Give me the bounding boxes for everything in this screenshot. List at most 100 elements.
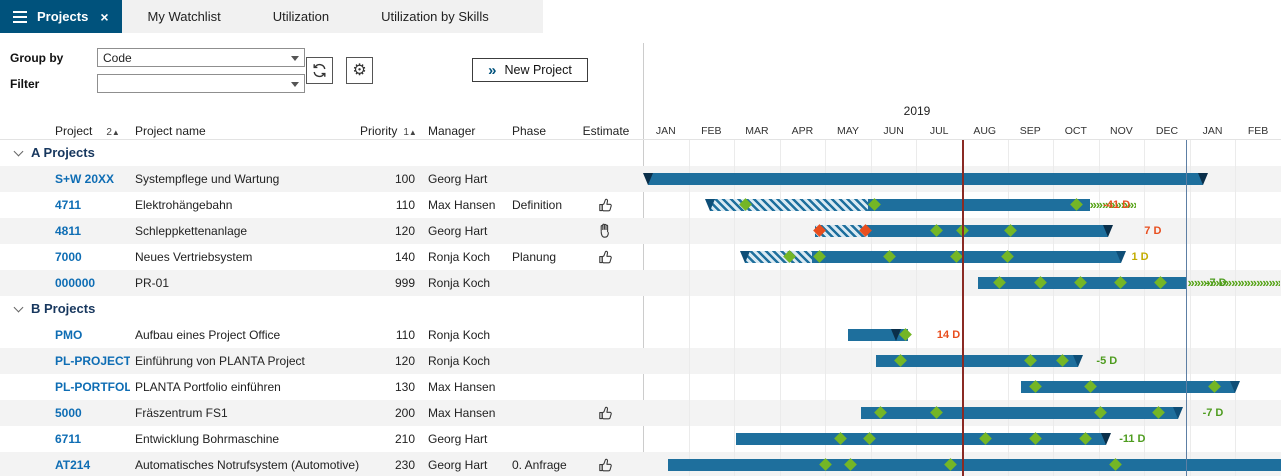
gantt-bar[interactable] xyxy=(736,433,1106,445)
col-header-project[interactable]: Project2▲ xyxy=(0,123,130,140)
month-gridline xyxy=(1235,140,1236,476)
gantt-bar[interactable] xyxy=(868,199,1090,211)
gantt-bar-planned[interactable] xyxy=(710,199,868,211)
bar-end-marker xyxy=(705,199,715,211)
project-id-link[interactable]: PL-PORTFOLIO xyxy=(0,374,130,400)
bar-end-marker xyxy=(643,173,653,185)
phase-value xyxy=(503,400,569,426)
month-label: JUN xyxy=(871,123,917,140)
settings-button[interactable]: ⚙ xyxy=(346,57,373,84)
gantt-bar[interactable] xyxy=(868,225,1108,237)
manager-value: Ronja Koch xyxy=(415,348,503,374)
estimate-cell[interactable] xyxy=(569,244,643,270)
month-label: NOV xyxy=(1099,123,1145,140)
col-header-priority[interactable]: Priority1▲ xyxy=(360,123,415,140)
filter-select[interactable] xyxy=(97,74,305,93)
project-name: Systempflege und Wartung xyxy=(130,166,360,192)
gantt-bar[interactable] xyxy=(1021,381,1236,393)
priority-value: 120 xyxy=(360,218,415,244)
project-id-link[interactable]: 6711 xyxy=(0,426,130,452)
table-row[interactable]: 7000Neues Vertriebsystem140Ronja KochPla… xyxy=(0,244,1281,270)
tab-utilization[interactable]: Utilization xyxy=(247,0,355,33)
refresh-button[interactable] xyxy=(306,57,333,84)
thumbs-up-icon[interactable] xyxy=(598,405,614,421)
project-id-link[interactable]: AT214 xyxy=(0,452,130,476)
col-header-estimate[interactable]: Estimate xyxy=(569,123,643,140)
project-id-link[interactable]: S+W 20XX xyxy=(0,166,130,192)
project-id-link[interactable]: 4811 xyxy=(0,218,130,244)
phase-value: Planung xyxy=(503,244,569,270)
bar-end-marker xyxy=(1116,251,1126,263)
group-by-select[interactable]: Code xyxy=(97,48,305,67)
month-label: SEP xyxy=(1008,123,1054,140)
col-header-label: Project name xyxy=(135,124,206,138)
hamburger-menu-icon[interactable] xyxy=(13,11,27,23)
chevron-down-icon[interactable] xyxy=(14,147,24,157)
project-name: PLANTA Portfolio einführen xyxy=(130,374,360,400)
table-row[interactable]: 4811Schleppkettenanlage120Georg Hart7 D xyxy=(0,218,1281,244)
col-header-name[interactable]: Project name xyxy=(130,123,360,140)
gantt-bar[interactable] xyxy=(812,251,1121,263)
gantt-bar[interactable] xyxy=(861,407,1178,419)
col-header-manager[interactable]: Manager xyxy=(415,123,503,140)
table-row[interactable]: 000000PR-01999Ronja Koch»»»»»»»»»»»»»»»»… xyxy=(0,270,1281,296)
tab-utilization-by-skills[interactable]: Utilization by Skills xyxy=(355,0,515,33)
new-project-button[interactable]: » New Project xyxy=(472,58,588,82)
delay-label: -41 D xyxy=(1103,192,1130,218)
month-label: FEB xyxy=(1235,123,1281,140)
close-icon[interactable]: × xyxy=(100,9,108,25)
project-id-link[interactable]: 5000 xyxy=(0,400,130,426)
tab-projects-active[interactable]: Projects × xyxy=(0,0,122,33)
thumbs-up-icon[interactable] xyxy=(598,197,614,213)
month-gridline xyxy=(1099,140,1100,476)
estimate-cell[interactable] xyxy=(569,452,643,476)
project-name: Aufbau eines Project Office xyxy=(130,322,360,348)
delay-label: -7 D xyxy=(1206,270,1227,296)
thumbs-up-icon[interactable] xyxy=(598,249,614,265)
project-id-link[interactable]: 7000 xyxy=(0,244,130,270)
group-row[interactable]: B Projects xyxy=(0,296,1281,322)
hand-icon[interactable] xyxy=(598,223,614,239)
table-row[interactable]: PL-PROJECTEinführung von PLANTA Project1… xyxy=(0,348,1281,374)
table-row[interactable]: 5000Fräszentrum FS1200Max Hansen-7 D xyxy=(0,400,1281,426)
phase-value: 0. Anfrage xyxy=(503,452,569,476)
delay-label: 7 D xyxy=(1144,218,1161,244)
table-row[interactable]: PL-PORTFOLIOPLANTA Portfolio einführen13… xyxy=(0,374,1281,400)
delay-chevrons: »»»»»»»»»»»»»»»» xyxy=(1188,270,1280,296)
project-name: Entwicklung Bohrmaschine xyxy=(130,426,360,452)
project-id-link[interactable]: 000000 xyxy=(0,270,130,296)
table-row[interactable]: PMOAufbau eines Project Office110Ronja K… xyxy=(0,322,1281,348)
bar-end-marker xyxy=(1073,355,1083,367)
month-gridline xyxy=(1008,140,1009,476)
table-row[interactable]: 4711Elektrohängebahn110Max HansenDefinit… xyxy=(0,192,1281,218)
thumbs-up-icon[interactable] xyxy=(598,457,614,473)
estimate-cell[interactable] xyxy=(569,218,643,244)
col-header-phase[interactable]: Phase xyxy=(503,123,569,140)
chevron-down-icon[interactable] xyxy=(14,303,24,313)
group-row[interactable]: A Projects xyxy=(0,140,1281,166)
estimate-cell[interactable] xyxy=(569,400,643,426)
table-row[interactable]: S+W 20XXSystempflege und Wartung100Georg… xyxy=(0,166,1281,192)
table-row[interactable]: 6711Entwicklung Bohrmaschine210Georg Har… xyxy=(0,426,1281,452)
gantt-bar-planned[interactable] xyxy=(745,251,812,263)
group-by-value: Code xyxy=(103,51,132,65)
month-gridline xyxy=(780,140,781,476)
col-header-label: Project xyxy=(55,124,92,138)
project-name: Schleppkettenanlage xyxy=(130,218,360,244)
group-label: B Projects xyxy=(31,296,95,322)
phase-value xyxy=(503,374,569,400)
group-label: A Projects xyxy=(31,140,95,166)
project-id-link[interactable]: 4711 xyxy=(0,192,130,218)
project-name: Einführung von PLANTA Project xyxy=(130,348,360,374)
gantt-bar[interactable] xyxy=(668,459,1281,471)
sort-indicator: 1▲ xyxy=(403,127,415,138)
tab-my-watchlist[interactable]: My Watchlist xyxy=(122,0,247,33)
table-row[interactable]: AT214Automatisches Notrufsystem (Automot… xyxy=(0,452,1281,476)
project-id-link[interactable]: PMO xyxy=(0,322,130,348)
estimate-cell[interactable] xyxy=(569,192,643,218)
gantt-bar[interactable] xyxy=(648,173,1203,185)
month-label: JAN xyxy=(1190,123,1236,140)
project-id-link[interactable]: PL-PROJECT xyxy=(0,348,130,374)
today-line xyxy=(962,140,964,476)
priority-value: 999 xyxy=(360,270,415,296)
